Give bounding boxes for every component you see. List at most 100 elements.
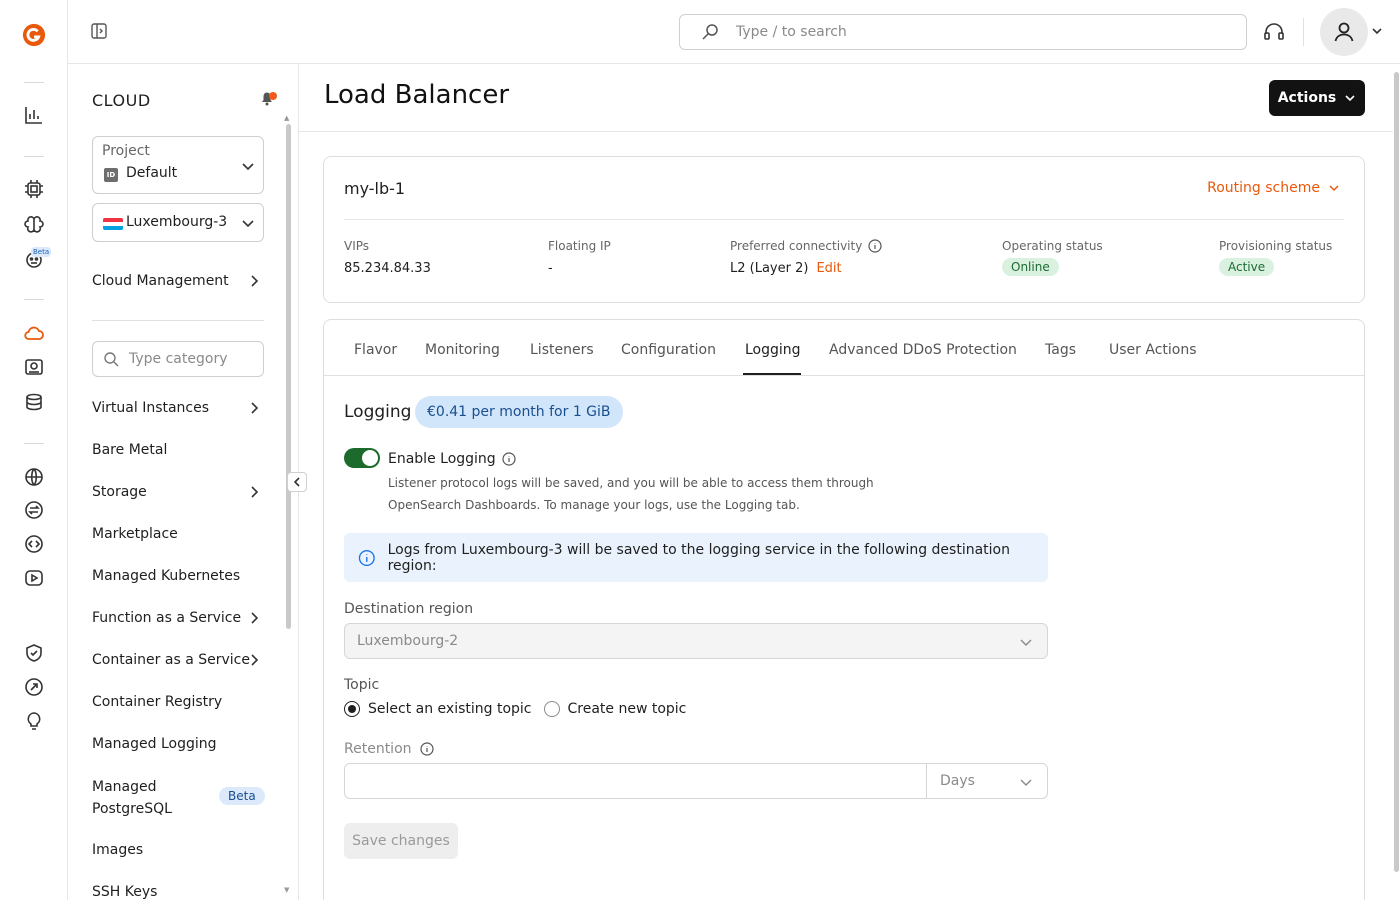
sidebar-item-storage[interactable]: Storage (92, 481, 264, 503)
side-nav-title: CLOUD (92, 91, 151, 110)
sidebar-item-managed-kubernetes[interactable]: Managed Kubernetes (92, 565, 264, 587)
retention-unit-value[interactable]: Days (940, 773, 975, 789)
radio-select-existing-topic[interactable] (344, 701, 360, 717)
streaming-icon[interactable] (22, 566, 46, 590)
sidebar-item-managed-logging[interactable]: Managed Logging (92, 733, 264, 755)
actions-label: Actions (1277, 90, 1337, 106)
routing-scheme-label: Routing scheme (1207, 180, 1320, 196)
brain-icon[interactable] (22, 213, 46, 237)
avatar[interactable] (1320, 8, 1368, 56)
logging-price-badge: €0.41 per month for 1 GiB (415, 396, 623, 428)
region-value: Luxembourg-3 (126, 214, 228, 230)
details-card: Flavor Monitoring Listeners Configuratio… (323, 319, 1365, 900)
rail-beta-badge: Beta (31, 247, 52, 257)
beta-badge: Beta (219, 787, 265, 805)
global-search[interactable] (679, 14, 1247, 50)
tab-configuration[interactable]: Configuration (621, 342, 716, 358)
globe-icon[interactable] (22, 465, 46, 489)
sidebar-item-label: Bare Metal (92, 442, 168, 458)
info-icon[interactable] (502, 452, 516, 466)
floating-ip-field: Floating IP - (548, 239, 611, 276)
tab-tags[interactable]: Tags (1045, 342, 1076, 358)
side-nav-scrollbar[interactable] (286, 124, 291, 629)
sidebar-item-label: Marketplace (92, 526, 178, 542)
rail-divider (24, 82, 44, 83)
project-selector[interactable]: Project ID Default (92, 136, 264, 194)
category-search[interactable] (92, 341, 264, 377)
storage-icon[interactable] (22, 355, 46, 379)
collapse-sidebar-button[interactable] (287, 472, 307, 492)
sidebar-item-virtual-instances[interactable]: Virtual Instances (92, 397, 264, 419)
chevron-down-icon (1020, 639, 1032, 646)
project-id-badge: ID (104, 168, 118, 182)
save-changes-button[interactable]: Save changes (344, 823, 458, 859)
panel-toggle-icon[interactable] (90, 22, 110, 42)
cpu-icon[interactable] (22, 177, 46, 201)
scroll-down-arrow[interactable]: ▼ (284, 886, 289, 894)
provisioning-status-label: Provisioning status (1219, 239, 1333, 253)
sidebar-item-label: Virtual Instances (92, 400, 210, 416)
shield-icon[interactable] (22, 641, 46, 665)
chevron-down-icon[interactable] (1370, 24, 1386, 40)
create-new-topic-label[interactable]: Create new topic (568, 701, 687, 717)
chevron-down-icon[interactable] (1019, 775, 1033, 789)
tab-user-actions[interactable]: User Actions (1109, 342, 1197, 358)
destination-info-banner: Logs from Luxembourg-3 will be saved to … (344, 533, 1048, 582)
chevron-right-icon (251, 275, 259, 287)
project-value: Default (126, 165, 178, 181)
sidebar-item-marketplace[interactable]: Marketplace (92, 523, 264, 545)
sidebar-item-label: Managed Kubernetes (92, 568, 241, 584)
region-selector[interactable]: Luxembourg-3 (92, 203, 264, 242)
rail-divider (24, 299, 44, 300)
chevron-down-icon (242, 220, 254, 228)
tab-monitoring[interactable]: Monitoring (425, 342, 500, 358)
sidebar-item-container-as-a-service[interactable]: Container as a Service (92, 649, 264, 671)
sidebar-item-bare-metal[interactable]: Bare Metal (92, 439, 264, 461)
tab-logging[interactable]: Logging (745, 342, 801, 358)
rocket-icon[interactable] (22, 675, 46, 699)
tab-listeners[interactable]: Listeners (530, 342, 594, 358)
cloud-management-label: Cloud Management (92, 273, 229, 289)
tab-flavor[interactable]: Flavor (354, 342, 397, 358)
tab-bar: Flavor Monitoring Listeners Configuratio… (324, 320, 1364, 376)
info-icon[interactable] (419, 742, 434, 756)
luxembourg-flag-icon (103, 218, 123, 230)
exchange-icon[interactable] (22, 498, 46, 522)
radio-create-new-topic[interactable] (543, 701, 560, 717)
lightbulb-icon[interactable] (22, 709, 46, 733)
cloud-icon[interactable] (22, 321, 46, 345)
sidebar-item-managed-postgresql[interactable]: Managed PostgreSQL (92, 776, 212, 820)
notification-bell-icon[interactable] (257, 87, 279, 109)
vips-value: 85.234.84.33 (344, 261, 431, 276)
main-scrollbar[interactable] (1393, 64, 1400, 900)
floating-ip-value: - (548, 261, 553, 276)
provisioning-status-badge: Active (1219, 258, 1275, 276)
sidebar-item-container-registry[interactable]: Container Registry (92, 691, 264, 713)
sidebar-item-label: Container as a Service (92, 652, 250, 668)
edit-connectivity-link[interactable]: Edit (816, 261, 841, 276)
brand-logo-icon[interactable] (22, 23, 46, 47)
info-icon[interactable] (868, 239, 882, 253)
floating-ip-label: Floating IP (548, 239, 611, 253)
preferred-connectivity-field: Preferred connectivity L2 (Layer 2) Edit (730, 239, 882, 276)
routing-scheme-toggle[interactable]: Routing scheme (1207, 180, 1340, 196)
database-icon[interactable] (22, 390, 46, 414)
scroll-up-arrow[interactable]: ▲ (284, 114, 289, 122)
category-search-input[interactable] (129, 351, 259, 367)
enable-logging-toggle[interactable] (344, 448, 380, 468)
retention-input[interactable] (345, 764, 927, 798)
search-input[interactable] (736, 24, 1216, 40)
tab-advanced-ddos-protection[interactable]: Advanced DDoS Protection (829, 342, 1017, 358)
code-icon[interactable] (22, 532, 46, 556)
side-nav: CLOUD ▲ ▼ Project ID Default Luxembourg-… (68, 64, 299, 900)
sidebar-item-function-as-a-service[interactable]: Function as a Service (92, 607, 264, 629)
select-existing-topic-label[interactable]: Select an existing topic (368, 701, 532, 717)
cloud-management-link[interactable]: Cloud Management (92, 270, 264, 292)
headset-icon[interactable] (1262, 20, 1286, 44)
actions-button[interactable]: Actions (1269, 80, 1365, 116)
analytics-icon[interactable] (22, 103, 46, 127)
sidebar-item-ssh-keys[interactable]: SSH Keys (92, 881, 264, 900)
enable-logging-description: Listener protocol logs will be saved, an… (388, 476, 874, 512)
chevron-down-icon (1345, 95, 1355, 102)
sidebar-item-images[interactable]: Images (92, 839, 264, 861)
